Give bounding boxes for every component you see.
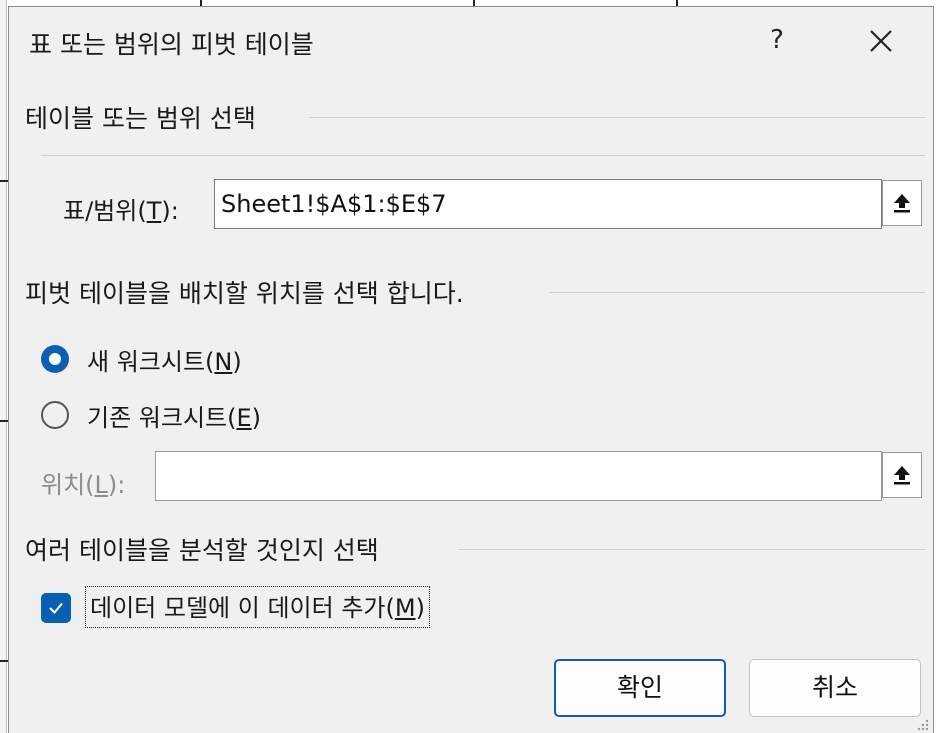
range-label: 표/범위(T): bbox=[63, 197, 179, 225]
title-bar[interactable]: 표 또는 범위의 피벗 테이블 ? bbox=[9, 7, 933, 77]
checkmark-icon bbox=[49, 602, 63, 614]
existing-worksheet-radio[interactable] bbox=[41, 401, 69, 429]
dialog-title: 표 또는 범위의 피벗 테이블 bbox=[29, 30, 314, 59]
new-worksheet-option[interactable]: 새 워크시트(N) bbox=[41, 341, 242, 377]
group-separator bbox=[459, 549, 925, 550]
data-model-checkbox[interactable] bbox=[41, 593, 71, 623]
close-button[interactable] bbox=[861, 22, 901, 60]
existing-worksheet-option[interactable]: 기존 워크시트(E) bbox=[41, 397, 261, 433]
group-separator bbox=[309, 117, 925, 118]
collapse-dialog-icon bbox=[894, 466, 910, 485]
location-collapse-button[interactable] bbox=[882, 452, 922, 498]
help-button[interactable]: ? bbox=[761, 22, 793, 58]
new-worksheet-label: 새 워크시트(N) bbox=[87, 347, 242, 376]
group-separator bbox=[549, 292, 925, 293]
worksheet-row-edge bbox=[0, 0, 7, 733]
group-separator bbox=[41, 155, 925, 156]
cancel-button[interactable]: 취소 bbox=[749, 659, 921, 717]
close-icon bbox=[870, 30, 892, 52]
pivot-table-dialog: 표 또는 범위의 피벗 테이블 ? 테이블 또는 범위 선택 표/범위(T): … bbox=[8, 6, 934, 733]
existing-worksheet-label: 기존 워크시트(E) bbox=[87, 403, 262, 432]
source-group-label: 테이블 또는 범위 선택 bbox=[25, 99, 266, 135]
placement-group-label: 피벗 테이블을 배치할 위치를 선택 합니다. bbox=[25, 274, 474, 310]
ok-button[interactable]: 확인 bbox=[554, 659, 726, 717]
data-model-label[interactable]: 데이터 모델에 이 데이터 추가(M) bbox=[85, 586, 430, 628]
new-worksheet-radio[interactable] bbox=[41, 345, 69, 373]
range-input[interactable]: Sheet1!$A$1:$E$7 bbox=[214, 179, 882, 229]
range-collapse-button[interactable] bbox=[882, 180, 922, 226]
location-input[interactable] bbox=[155, 451, 882, 501]
resize-grip-icon[interactable] bbox=[915, 717, 929, 731]
analysis-group-label: 여러 테이블을 분석할 것인지 선택 bbox=[25, 531, 389, 567]
collapse-dialog-icon bbox=[894, 194, 910, 213]
location-label: 위치(L): bbox=[41, 471, 126, 499]
